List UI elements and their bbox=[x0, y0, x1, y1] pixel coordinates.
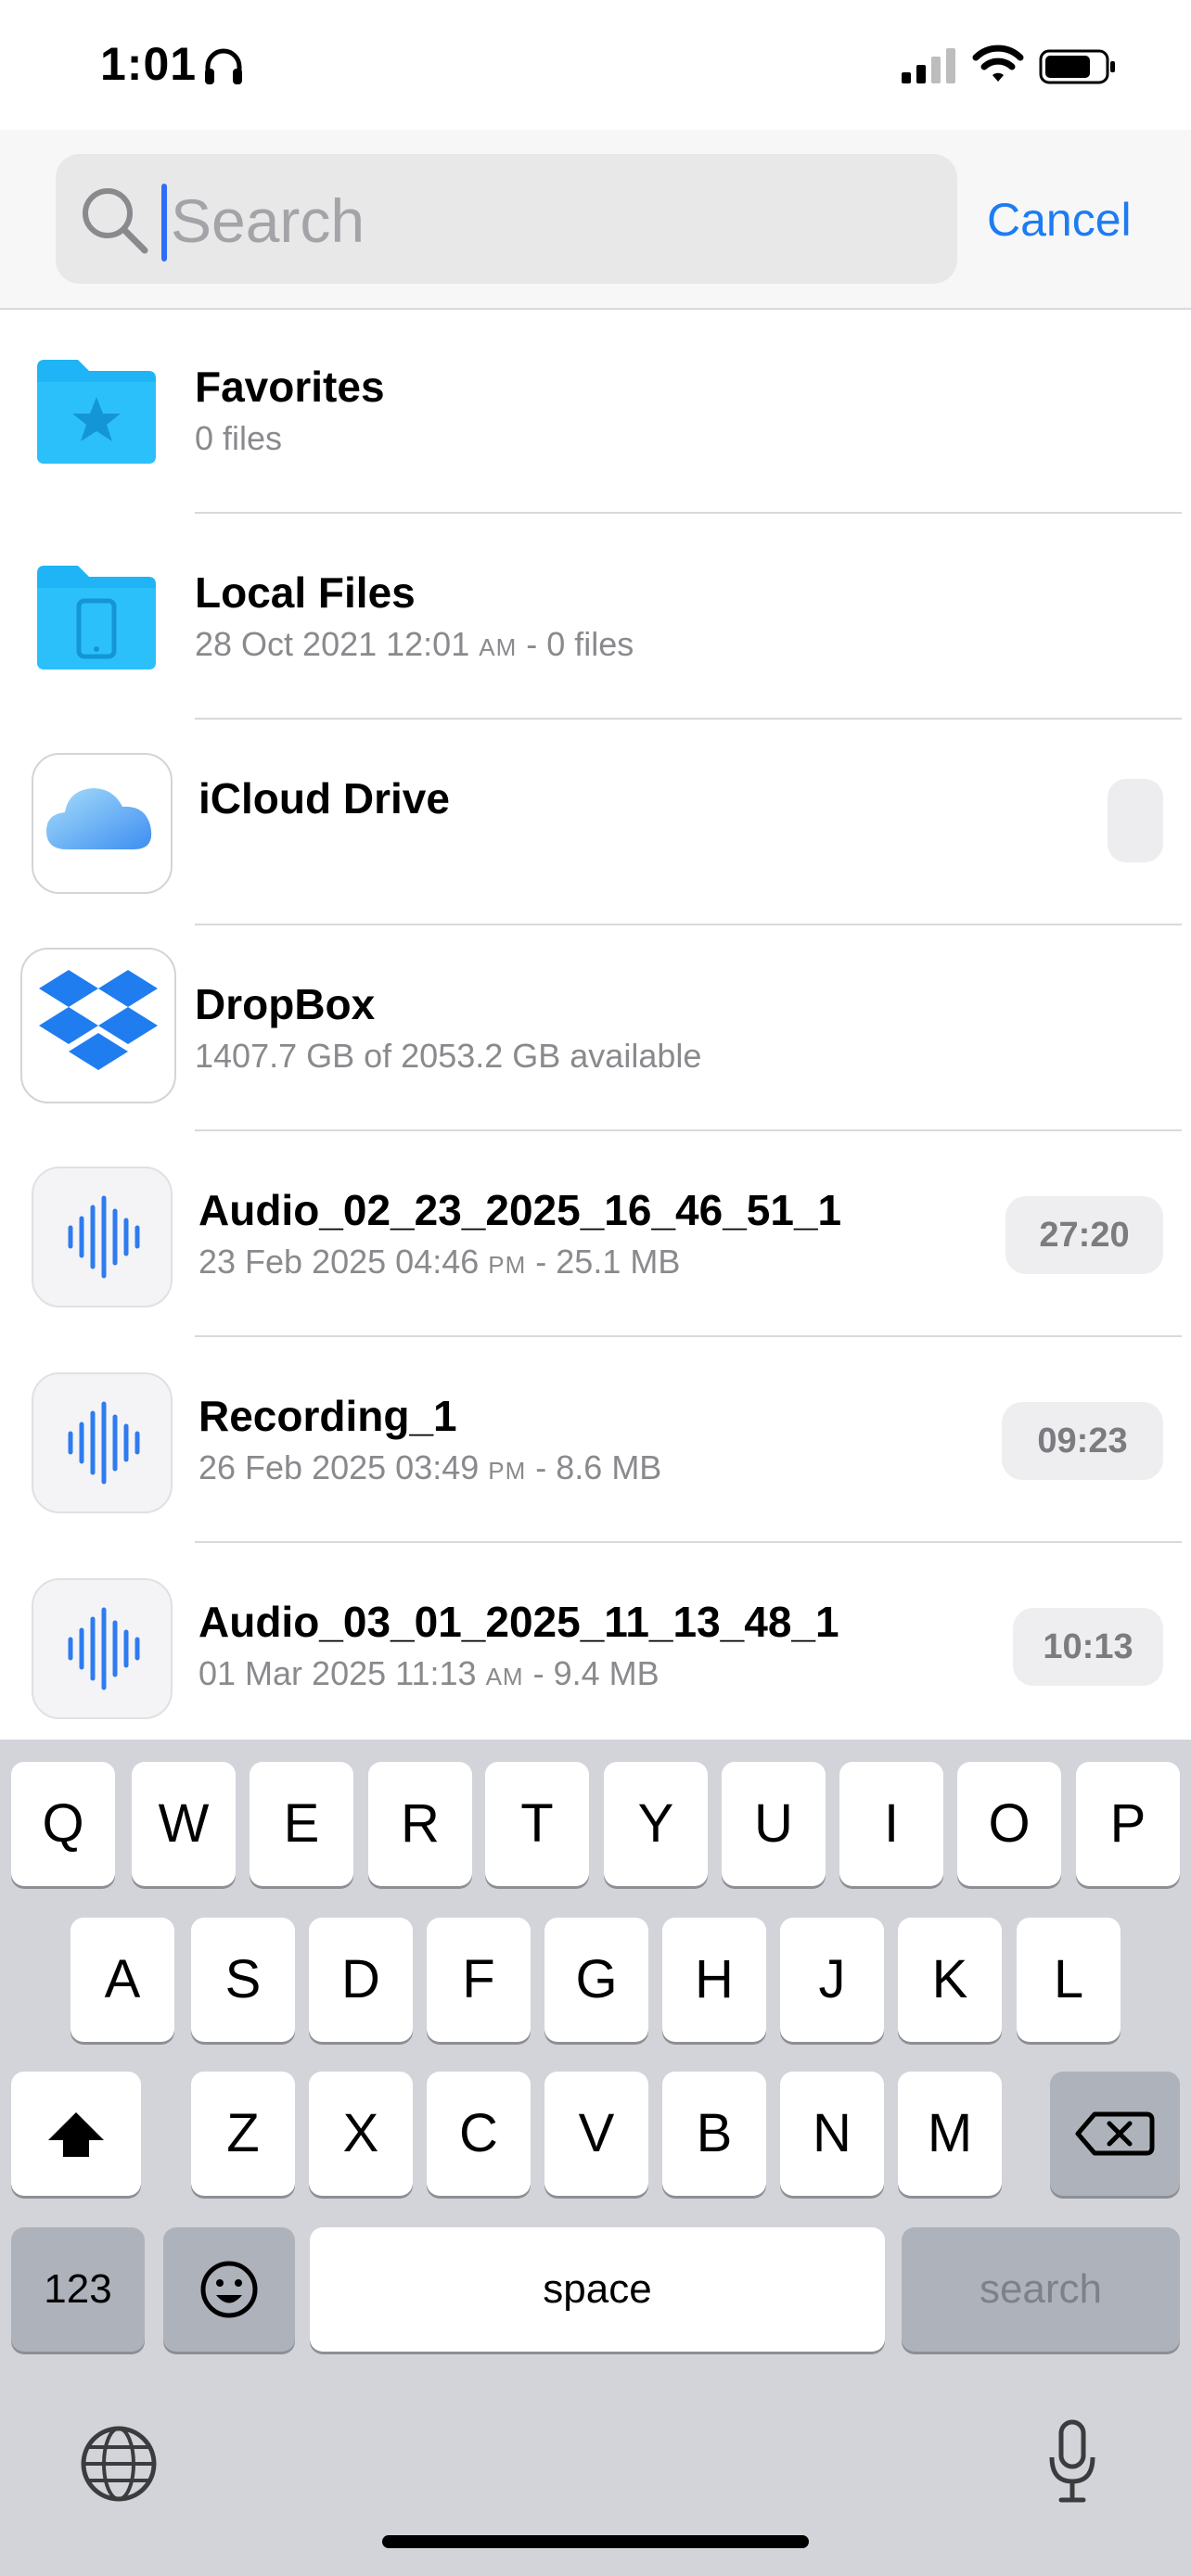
cloud-icon bbox=[46, 788, 152, 849]
search-icon bbox=[83, 188, 148, 254]
status-badge bbox=[1108, 779, 1163, 862]
key-r[interactable]: R bbox=[368, 1762, 472, 1886]
key-w[interactable]: W bbox=[132, 1762, 236, 1886]
key-b[interactable]: B bbox=[662, 2072, 766, 2196]
key-a[interactable]: A bbox=[70, 1918, 174, 2042]
key-t[interactable]: T bbox=[485, 1762, 589, 1886]
text-cursor bbox=[161, 184, 167, 261]
key-y[interactable]: Y bbox=[604, 1762, 708, 1886]
space-key[interactable]: space bbox=[310, 2227, 885, 2352]
emoji-key[interactable] bbox=[163, 2227, 295, 2352]
item-title: DropBox bbox=[195, 980, 376, 1028]
item-detail: - 0 files bbox=[517, 625, 634, 663]
waveform-icon bbox=[68, 1195, 140, 1279]
status-bar: 1:01 bbox=[0, 0, 1191, 130]
cancel-button[interactable]: Cancel bbox=[987, 193, 1132, 247]
waveform-icon bbox=[68, 1607, 140, 1690]
headphones-icon bbox=[205, 48, 242, 84]
key-l[interactable]: L bbox=[1017, 1918, 1121, 2042]
key-i[interactable]: I bbox=[839, 1762, 943, 1886]
item-title: Favorites bbox=[195, 363, 385, 411]
battery-icon bbox=[1039, 49, 1115, 84]
duration-badge: 09:23 bbox=[1002, 1402, 1163, 1480]
dropbox-app-icon bbox=[20, 948, 176, 1103]
duration-badge: 27:20 bbox=[1005, 1196, 1163, 1274]
audio-file-icon bbox=[32, 1167, 173, 1307]
list-item-audio[interactable]: Audio_03_01_2025_11_13_48_1 01 Mar 2025 … bbox=[0, 1543, 1191, 1749]
microphone-icon[interactable] bbox=[1044, 2417, 1100, 2509]
duration-badge: 10:13 bbox=[1013, 1608, 1163, 1686]
item-ampm: AM bbox=[485, 1663, 524, 1690]
key-n[interactable]: N bbox=[780, 2072, 884, 2196]
item-date: 23 Feb 2025 04:46 bbox=[198, 1243, 480, 1281]
key-v[interactable]: V bbox=[544, 2072, 648, 2196]
search-input[interactable]: Search bbox=[171, 187, 365, 254]
key-x[interactable]: X bbox=[309, 2072, 413, 2196]
item-detail: - 25.1 MB bbox=[526, 1243, 681, 1281]
icloud-app-icon bbox=[32, 753, 173, 894]
backspace-icon bbox=[1075, 2111, 1155, 2156]
item-detail: - 8.6 MB bbox=[526, 1448, 662, 1486]
key-s[interactable]: S bbox=[191, 1918, 295, 2042]
key-o[interactable]: O bbox=[957, 1762, 1061, 1886]
item-subtitle: 0 files bbox=[195, 419, 283, 457]
list-item-local-files[interactable]: Local Files 28 Oct 2021 12:01 AM - 0 fil… bbox=[0, 514, 1191, 720]
key-c[interactable]: C bbox=[427, 2072, 531, 2196]
key-q[interactable]: Q bbox=[11, 1762, 115, 1886]
key-m[interactable]: M bbox=[898, 2072, 1002, 2196]
key-j[interactable]: J bbox=[780, 1918, 884, 2042]
list-item-favorites[interactable]: Favorites 0 files bbox=[0, 308, 1191, 514]
item-title: Audio_03_01_2025_11_13_48_1 bbox=[198, 1598, 839, 1646]
search-header: Search Cancel bbox=[0, 130, 1191, 310]
keyboard: Q W E R T Y U I O P A S D F G H J K L Z … bbox=[0, 1740, 1191, 2576]
item-title: Local Files bbox=[195, 568, 416, 617]
numbers-key[interactable]: 123 bbox=[11, 2227, 145, 2352]
audio-file-icon bbox=[32, 1372, 173, 1513]
search-key[interactable]: search bbox=[902, 2227, 1180, 2352]
key-z[interactable]: Z bbox=[191, 2072, 295, 2196]
item-date: 26 Feb 2025 03:49 bbox=[198, 1448, 480, 1486]
key-k[interactable]: K bbox=[898, 1918, 1002, 2042]
item-title: Audio_02_23_2025_16_46_51_1 bbox=[198, 1186, 842, 1234]
list-item-dropbox[interactable]: DropBox 1407.7 GB of 2053.2 GB available bbox=[0, 925, 1191, 1131]
item-title: iCloud Drive bbox=[198, 774, 450, 823]
item-subtitle: 1407.7 GB of 2053.2 GB available bbox=[195, 1037, 702, 1075]
status-time: 1:01 bbox=[100, 38, 198, 90]
item-date: 28 Oct 2021 12:01 bbox=[195, 625, 470, 663]
emoji-icon bbox=[200, 2261, 258, 2318]
list-item-audio[interactable]: Recording_1 26 Feb 2025 03:49 PM - 8.6 M… bbox=[0, 1337, 1191, 1543]
item-ampm: AM bbox=[479, 633, 518, 661]
item-title: Recording_1 bbox=[198, 1392, 457, 1440]
item-detail: - 9.4 MB bbox=[523, 1654, 660, 1692]
waveform-icon bbox=[68, 1401, 140, 1485]
delete-key[interactable] bbox=[1050, 2072, 1180, 2196]
key-d[interactable]: D bbox=[309, 1918, 413, 2042]
shift-icon bbox=[48, 2112, 104, 2157]
cellular-signal-icon bbox=[902, 48, 955, 83]
key-e[interactable]: E bbox=[250, 1762, 353, 1886]
wifi-icon bbox=[972, 45, 1024, 82]
favorites-folder-icon bbox=[37, 360, 156, 464]
shift-key[interactable] bbox=[11, 2072, 141, 2196]
list-item-audio[interactable]: Audio_02_23_2025_16_46_51_1 23 Feb 2025 … bbox=[0, 1131, 1191, 1337]
list-item-icloud-drive[interactable]: iCloud Drive bbox=[0, 720, 1191, 925]
item-subtitle: 01 Mar 2025 11:13 AM - 9.4 MB bbox=[198, 1654, 660, 1693]
item-date: 01 Mar 2025 11:13 bbox=[198, 1654, 477, 1692]
item-subtitle: 26 Feb 2025 03:49 PM - 8.6 MB bbox=[198, 1448, 661, 1487]
home-indicator[interactable] bbox=[382, 2535, 809, 2548]
key-p[interactable]: P bbox=[1076, 1762, 1180, 1886]
key-f[interactable]: F bbox=[427, 1918, 531, 2042]
item-subtitle: 23 Feb 2025 04:46 PM - 25.1 MB bbox=[198, 1243, 680, 1282]
key-u[interactable]: U bbox=[722, 1762, 826, 1886]
item-ampm: PM bbox=[488, 1457, 527, 1485]
item-ampm: PM bbox=[488, 1251, 527, 1279]
globe-icon[interactable] bbox=[78, 2423, 160, 2505]
local-files-folder-icon bbox=[37, 566, 156, 670]
item-subtitle: 28 Oct 2021 12:01 AM - 0 files bbox=[195, 625, 634, 664]
key-h[interactable]: H bbox=[662, 1918, 766, 2042]
search-field[interactable]: Search bbox=[56, 154, 957, 284]
key-g[interactable]: G bbox=[544, 1918, 648, 2042]
dropbox-icon bbox=[39, 970, 158, 1070]
audio-file-icon bbox=[32, 1578, 173, 1719]
